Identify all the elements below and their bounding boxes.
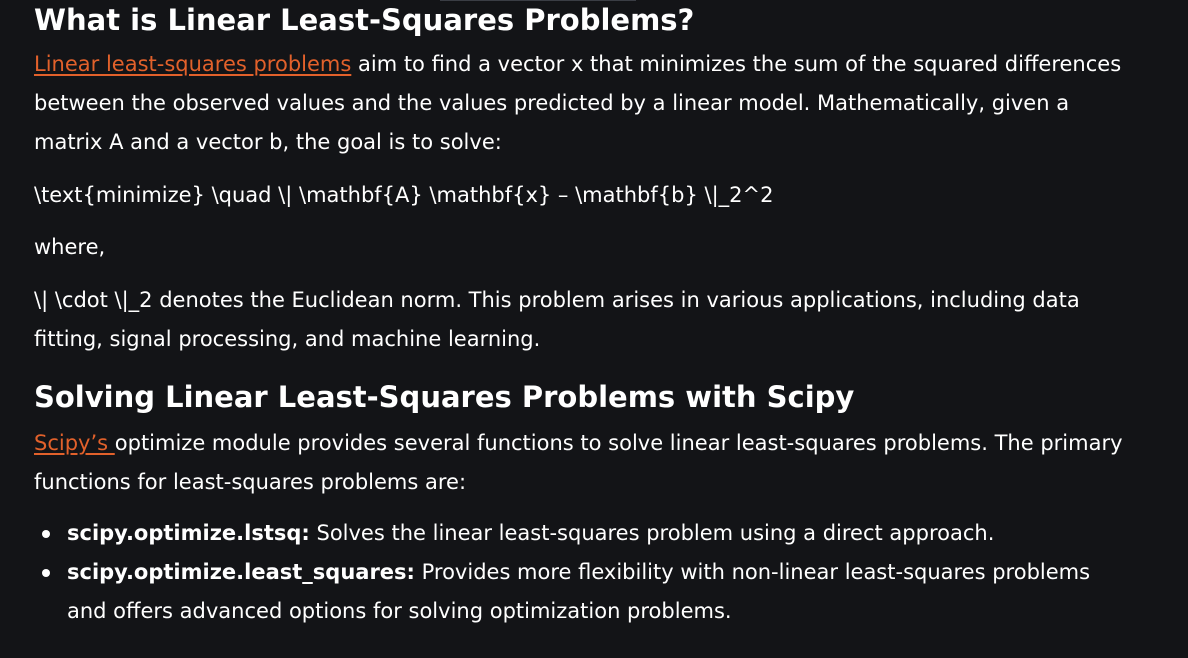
- intro-paragraph: Linear least-squares problems aim to fin…: [34, 45, 1144, 162]
- function-name: scipy.optimize.lstsq:: [67, 521, 310, 545]
- bullet-icon: [42, 569, 50, 577]
- list-item: scipy.optimize.least_squares: Provides m…: [34, 553, 1134, 631]
- bullet-icon: [42, 530, 50, 538]
- function-list: scipy.optimize.lstsq: Solves the linear …: [34, 514, 1134, 631]
- function-description: Solves the linear least-squares problem …: [309, 521, 995, 545]
- formula-text: \text{minimize} \quad \| \mathbf{A} \mat…: [34, 183, 774, 207]
- least-squares-link[interactable]: Linear least-squares problems: [34, 52, 351, 76]
- scipy-link[interactable]: Scipy’s: [34, 431, 115, 455]
- section-heading-scipy: Solving Linear Least-Squares Problems wi…: [34, 380, 855, 414]
- section-heading-least-squares: What is Linear Least-Squares Problems?: [34, 3, 695, 37]
- function-name: scipy.optimize.least_squares:: [67, 560, 415, 584]
- where-text: where,: [34, 235, 106, 259]
- list-item: scipy.optimize.lstsq: Solves the linear …: [34, 514, 1134, 553]
- scipy-paragraph: Scipy’s optimize module provides several…: [34, 424, 1144, 502]
- norm-paragraph: \| \cdot \|_2 denotes the Euclidean norm…: [34, 288, 1080, 351]
- scipy-intro-text: optimize module provides several functio…: [34, 431, 1123, 494]
